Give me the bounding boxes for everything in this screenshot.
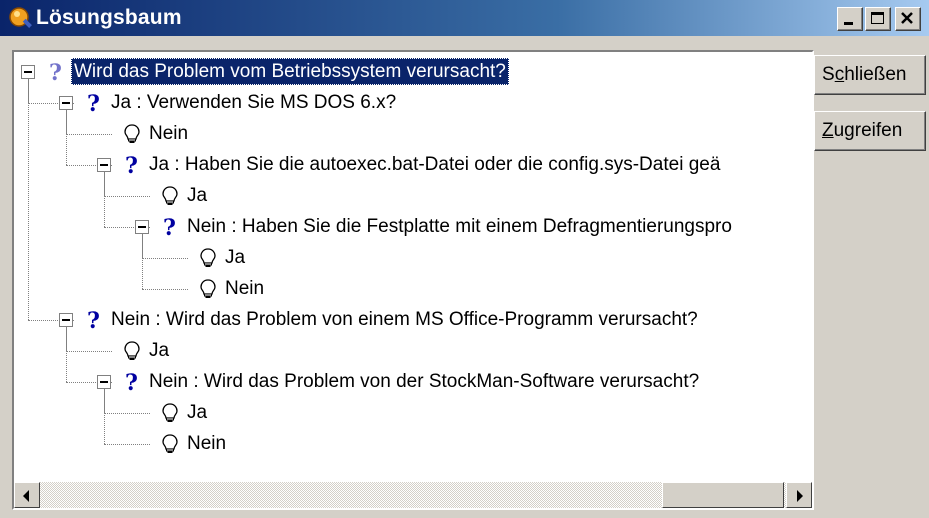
maximize-button[interactable]: [865, 7, 891, 31]
solution-tree[interactable]: ? Wird das Problem vom Betriebssystem ver…: [12, 50, 814, 510]
tree-node-label: Nein: [149, 123, 189, 144]
tree-node-label: Nein: [225, 278, 265, 299]
title-bar[interactable]: Lösungsbaum: [0, 0, 929, 36]
svg-text:?: ?: [49, 61, 62, 83]
question-icon: ?: [121, 370, 143, 396]
close-button[interactable]: Schließen: [814, 55, 926, 95]
question-icon: ?: [45, 60, 67, 86]
tree-connector: [28, 72, 29, 320]
close-button-label-start: S: [822, 64, 835, 85]
arrow-left-icon: [23, 490, 29, 502]
close-icon: [901, 12, 913, 24]
tree-node-label: Ja: [225, 247, 246, 268]
tree-connector: [66, 320, 67, 382]
question-icon: ?: [83, 308, 105, 334]
tree-connector: [104, 413, 150, 414]
question-icon: ?: [83, 91, 105, 117]
collapse-toggle[interactable]: [135, 220, 149, 234]
collapse-toggle[interactable]: [59, 96, 73, 110]
svg-text:?: ?: [125, 154, 138, 176]
scrollbar-thumb[interactable]: [662, 482, 784, 508]
lightbulb-icon: [159, 433, 181, 455]
collapse-toggle[interactable]: [59, 313, 73, 327]
tree-connector: [142, 258, 188, 259]
tree-viewport: ? Wird das Problem vom Betriebssystem ver…: [14, 52, 812, 482]
close-button-accelerator: c: [834, 64, 845, 85]
access-button[interactable]: Zugreifen: [814, 111, 926, 151]
lightbulb-icon: [121, 123, 143, 145]
horizontal-scrollbar[interactable]: [14, 482, 812, 508]
svg-text:?: ?: [125, 371, 138, 393]
lightbulb-icon: [159, 185, 181, 207]
question-icon: ?: [121, 153, 143, 179]
svg-text:?: ?: [87, 309, 100, 331]
scroll-right-button[interactable]: [786, 482, 812, 508]
close-window-button[interactable]: [895, 7, 921, 31]
solution-tree-icon: [9, 7, 32, 28]
tree-connector: [104, 444, 150, 445]
tree-node-label: Ja: [187, 185, 208, 206]
scroll-left-button[interactable]: [14, 482, 40, 508]
tree-connector: [104, 382, 105, 444]
tree-connector: [142, 289, 188, 290]
access-button-accelerator: Z: [822, 120, 834, 141]
tree-node-label: Nein : Wird das Problem von der StockMan…: [149, 371, 700, 392]
arrow-right-icon: [797, 490, 803, 502]
collapse-toggle[interactable]: [97, 158, 111, 172]
tree-node-label: Ja: [149, 340, 170, 361]
question-icon: ?: [159, 215, 181, 241]
svg-text:?: ?: [163, 216, 176, 238]
maximize-icon: [871, 12, 884, 24]
tree-connector: [66, 103, 67, 165]
tree-node-label: Nein : Wird das Problem von einem MS Off…: [111, 309, 698, 330]
close-button-label-end: hließen: [844, 64, 907, 85]
window-title: Lösungsbaum: [36, 6, 182, 29]
minimize-button[interactable]: [837, 7, 863, 31]
collapse-toggle[interactable]: [21, 65, 35, 79]
lightbulb-icon: [197, 247, 219, 269]
tree-node-label: Ja : Haben Sie die autoexec.bat-Datei od…: [149, 154, 721, 175]
collapse-toggle[interactable]: [97, 375, 111, 389]
tree-connector: [142, 227, 143, 289]
svg-text:?: ?: [87, 92, 100, 114]
tree-connector: [104, 196, 150, 197]
tree-node-label: Wird das Problem vom Betriebssystem veru…: [71, 58, 509, 85]
tree-node-label: Nein : Haben Sie die Festplatte mit eine…: [187, 216, 732, 237]
access-button-label-end: ugreifen: [833, 120, 903, 141]
lightbulb-icon: [159, 402, 181, 424]
tree-connector: [66, 351, 112, 352]
tree-connector: [104, 165, 105, 227]
tree-node-label: Ja: [187, 402, 208, 423]
lightbulb-icon: [197, 278, 219, 300]
tree-node-label: Ja : Verwenden Sie MS DOS 6.x?: [111, 92, 397, 113]
lightbulb-icon: [121, 340, 143, 362]
minimize-icon: [844, 22, 853, 25]
tree-node-label: Nein: [187, 433, 227, 454]
tree-connector: [66, 134, 112, 135]
